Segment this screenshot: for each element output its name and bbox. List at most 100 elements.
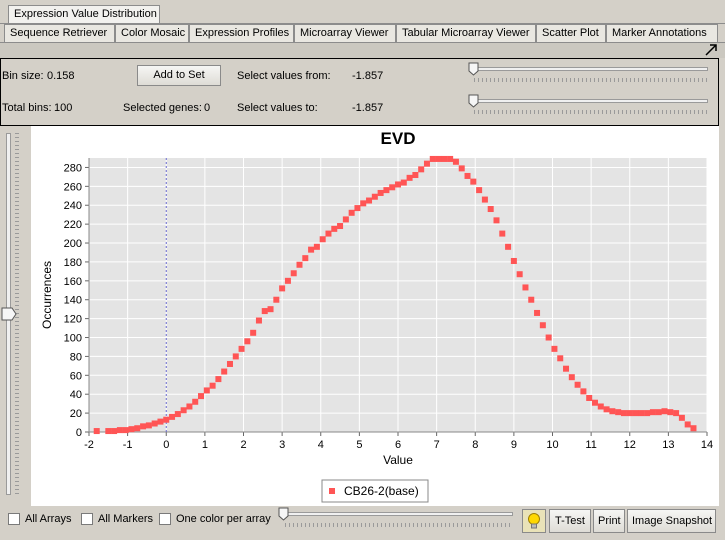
data-point [638, 410, 645, 417]
data-point [290, 270, 297, 277]
chart-title: EVD [381, 129, 416, 148]
tab-tabular-microarray-viewer[interactable]: Tabular Microarray Viewer [396, 24, 536, 42]
data-point [476, 187, 483, 194]
data-point [580, 388, 587, 395]
data-point [609, 408, 616, 415]
y-tick-label: 280 [64, 162, 82, 174]
maximize-arrow-icon[interactable] [703, 43, 719, 57]
evd-chart: 020406080100120140160180200220240260280-… [40, 129, 713, 503]
data-point [673, 410, 680, 417]
x-axis-label: Value [383, 453, 413, 467]
lightbulb-button[interactable] [522, 509, 546, 533]
data-point [140, 423, 147, 430]
y-tick-label: 120 [64, 314, 82, 326]
image-snapshot-button[interactable]: Image Snapshot [627, 509, 716, 533]
y-axis-label: Occurrences [40, 261, 54, 329]
data-point [354, 205, 361, 212]
x-tick-label: 5 [356, 439, 362, 451]
data-point [302, 255, 309, 262]
slider-thumb[interactable] [468, 62, 479, 76]
total-bins-label: Total bins: [2, 102, 52, 114]
data-point [551, 345, 558, 352]
data-point [678, 414, 685, 421]
tab-expression-value-distribution[interactable]: Expression Value Distribution [8, 5, 160, 23]
tab-microarray-viewer[interactable]: Microarray Viewer [294, 24, 396, 42]
data-point [186, 403, 193, 410]
data-point [122, 427, 129, 434]
data-point [574, 381, 581, 388]
data-point [690, 425, 697, 432]
slider-track [470, 67, 708, 71]
data-point [151, 420, 158, 427]
data-point [192, 398, 199, 405]
data-point [499, 230, 506, 237]
data-point [226, 360, 233, 367]
data-point [319, 236, 326, 243]
t-test-button[interactable]: T-Test [549, 509, 591, 533]
x-tick-label: 3 [279, 439, 285, 451]
data-point [105, 428, 112, 435]
x-tick-label: 6 [395, 439, 401, 451]
data-point [644, 410, 651, 417]
data-point [221, 368, 228, 375]
print-button[interactable]: Print [593, 509, 625, 533]
total-bins-value: 100 [54, 102, 73, 114]
tab-scatter-plot[interactable]: Scatter Plot [536, 24, 606, 42]
data-point [464, 172, 471, 179]
one-color-checkbox[interactable] [159, 513, 171, 525]
y-tick-label: 80 [70, 351, 82, 363]
y-tick-label: 180 [64, 257, 82, 269]
slider-thumb[interactable] [278, 507, 289, 521]
data-point [470, 178, 477, 185]
data-point [111, 428, 118, 435]
tab-expression-profiles[interactable]: Expression Profiles [189, 24, 294, 42]
x-tick-label: 14 [701, 439, 713, 451]
data-point [400, 179, 407, 186]
data-point [163, 416, 170, 423]
slider-thumb[interactable] [468, 94, 479, 108]
data-point [169, 413, 176, 420]
vertical-slider-thumb[interactable] [1, 307, 17, 321]
data-point [313, 243, 320, 250]
data-point [534, 309, 541, 316]
data-point [563, 365, 570, 372]
x-tick-label: -1 [123, 439, 133, 451]
data-point [667, 409, 674, 416]
data-point [174, 411, 181, 418]
all-arrays-checkbox[interactable] [8, 513, 20, 525]
data-point [620, 410, 627, 417]
x-tick-label: 10 [546, 439, 558, 451]
data-point [528, 296, 535, 303]
data-point [360, 200, 367, 207]
tab-sequence-retriever[interactable]: Sequence Retriever [4, 24, 115, 42]
x-tick-label: 11 [585, 439, 596, 451]
select-to-label: Select values to: [237, 102, 318, 114]
tab-marker-annotations[interactable]: Marker Annotations [606, 24, 718, 42]
bin-size-label: Bin size: [2, 70, 44, 82]
data-point [522, 284, 529, 291]
data-point [684, 421, 691, 428]
data-point [406, 174, 413, 181]
y-tick-label: 100 [64, 333, 82, 345]
all-markers-checkbox[interactable] [81, 513, 93, 525]
data-point [348, 209, 355, 216]
data-point [157, 418, 164, 425]
tab-color-mosaic[interactable]: Color Mosaic [115, 24, 189, 42]
data-point [203, 387, 210, 394]
data-point [441, 155, 448, 162]
data-point [238, 345, 245, 352]
data-point [342, 216, 349, 223]
one-color-label: One color per array [176, 513, 271, 525]
data-point [371, 193, 378, 200]
data-point [325, 230, 332, 237]
data-point [250, 329, 257, 336]
data-point [661, 408, 668, 415]
add-to-set-button[interactable]: Add to Set [137, 65, 221, 86]
slider-ticks [285, 523, 513, 527]
data-point [180, 407, 187, 414]
data-point [493, 217, 500, 224]
data-point [116, 427, 123, 434]
select-from-value: -1.857 [352, 70, 384, 82]
x-tick-label: 1 [202, 439, 208, 451]
data-point [429, 155, 436, 162]
